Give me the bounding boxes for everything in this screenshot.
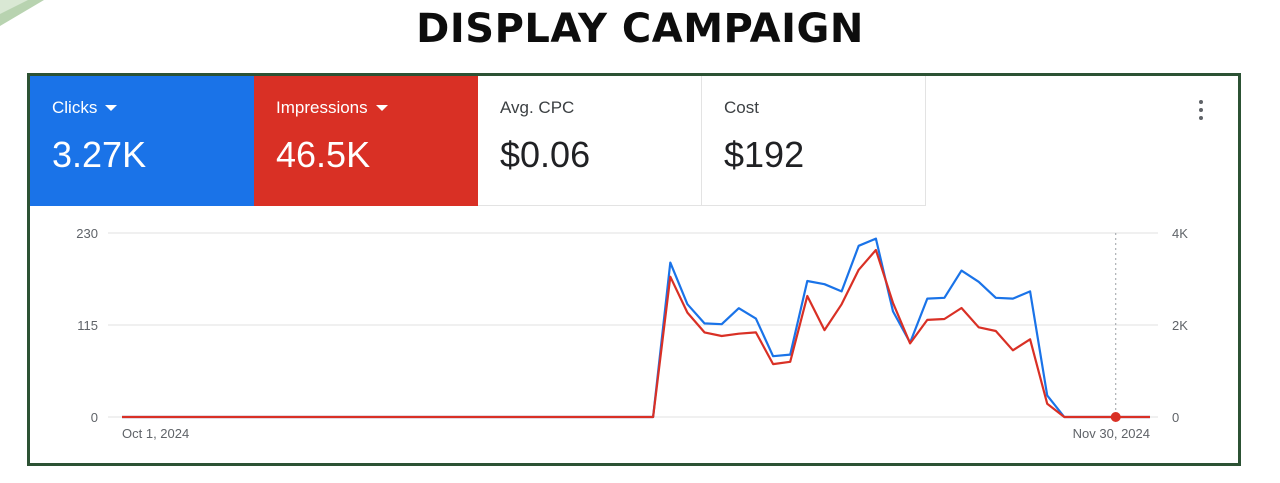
left-axis-ticks: 0 115 230 — [76, 226, 98, 425]
right-axis-ticks: 0 2K 4K — [1172, 226, 1188, 425]
page-title: DISPLAY CAMPAIGN — [416, 6, 864, 52]
left-axis-tick-label: 230 — [76, 226, 98, 241]
chart-series — [122, 237, 1150, 419]
x-axis-start-label: Oct 1, 2024 — [122, 426, 189, 441]
chart-grid — [108, 232, 1158, 418]
left-axis-tick-label: 0 — [91, 410, 98, 425]
series-line-impressions — [122, 248, 1150, 419]
chart-panel: Clicks 3.27K Impressions 46.5K Avg. CPC … — [27, 73, 1241, 466]
left-axis-tick-label: 115 — [77, 318, 98, 333]
marker-point — [1110, 412, 1121, 422]
x-axis-end-label: Nov 30, 2024 — [1073, 426, 1150, 441]
right-axis-tick-label: 0 — [1172, 410, 1179, 425]
series-line-clicks — [122, 237, 1150, 419]
right-axis-tick-label: 2K — [1172, 318, 1188, 333]
right-axis-tick-label: 4K — [1172, 226, 1188, 241]
line-chart: 0 115 230 0 2K 4K Oct 1, 2024 Nov 30, 2024 — [76, 226, 1188, 441]
